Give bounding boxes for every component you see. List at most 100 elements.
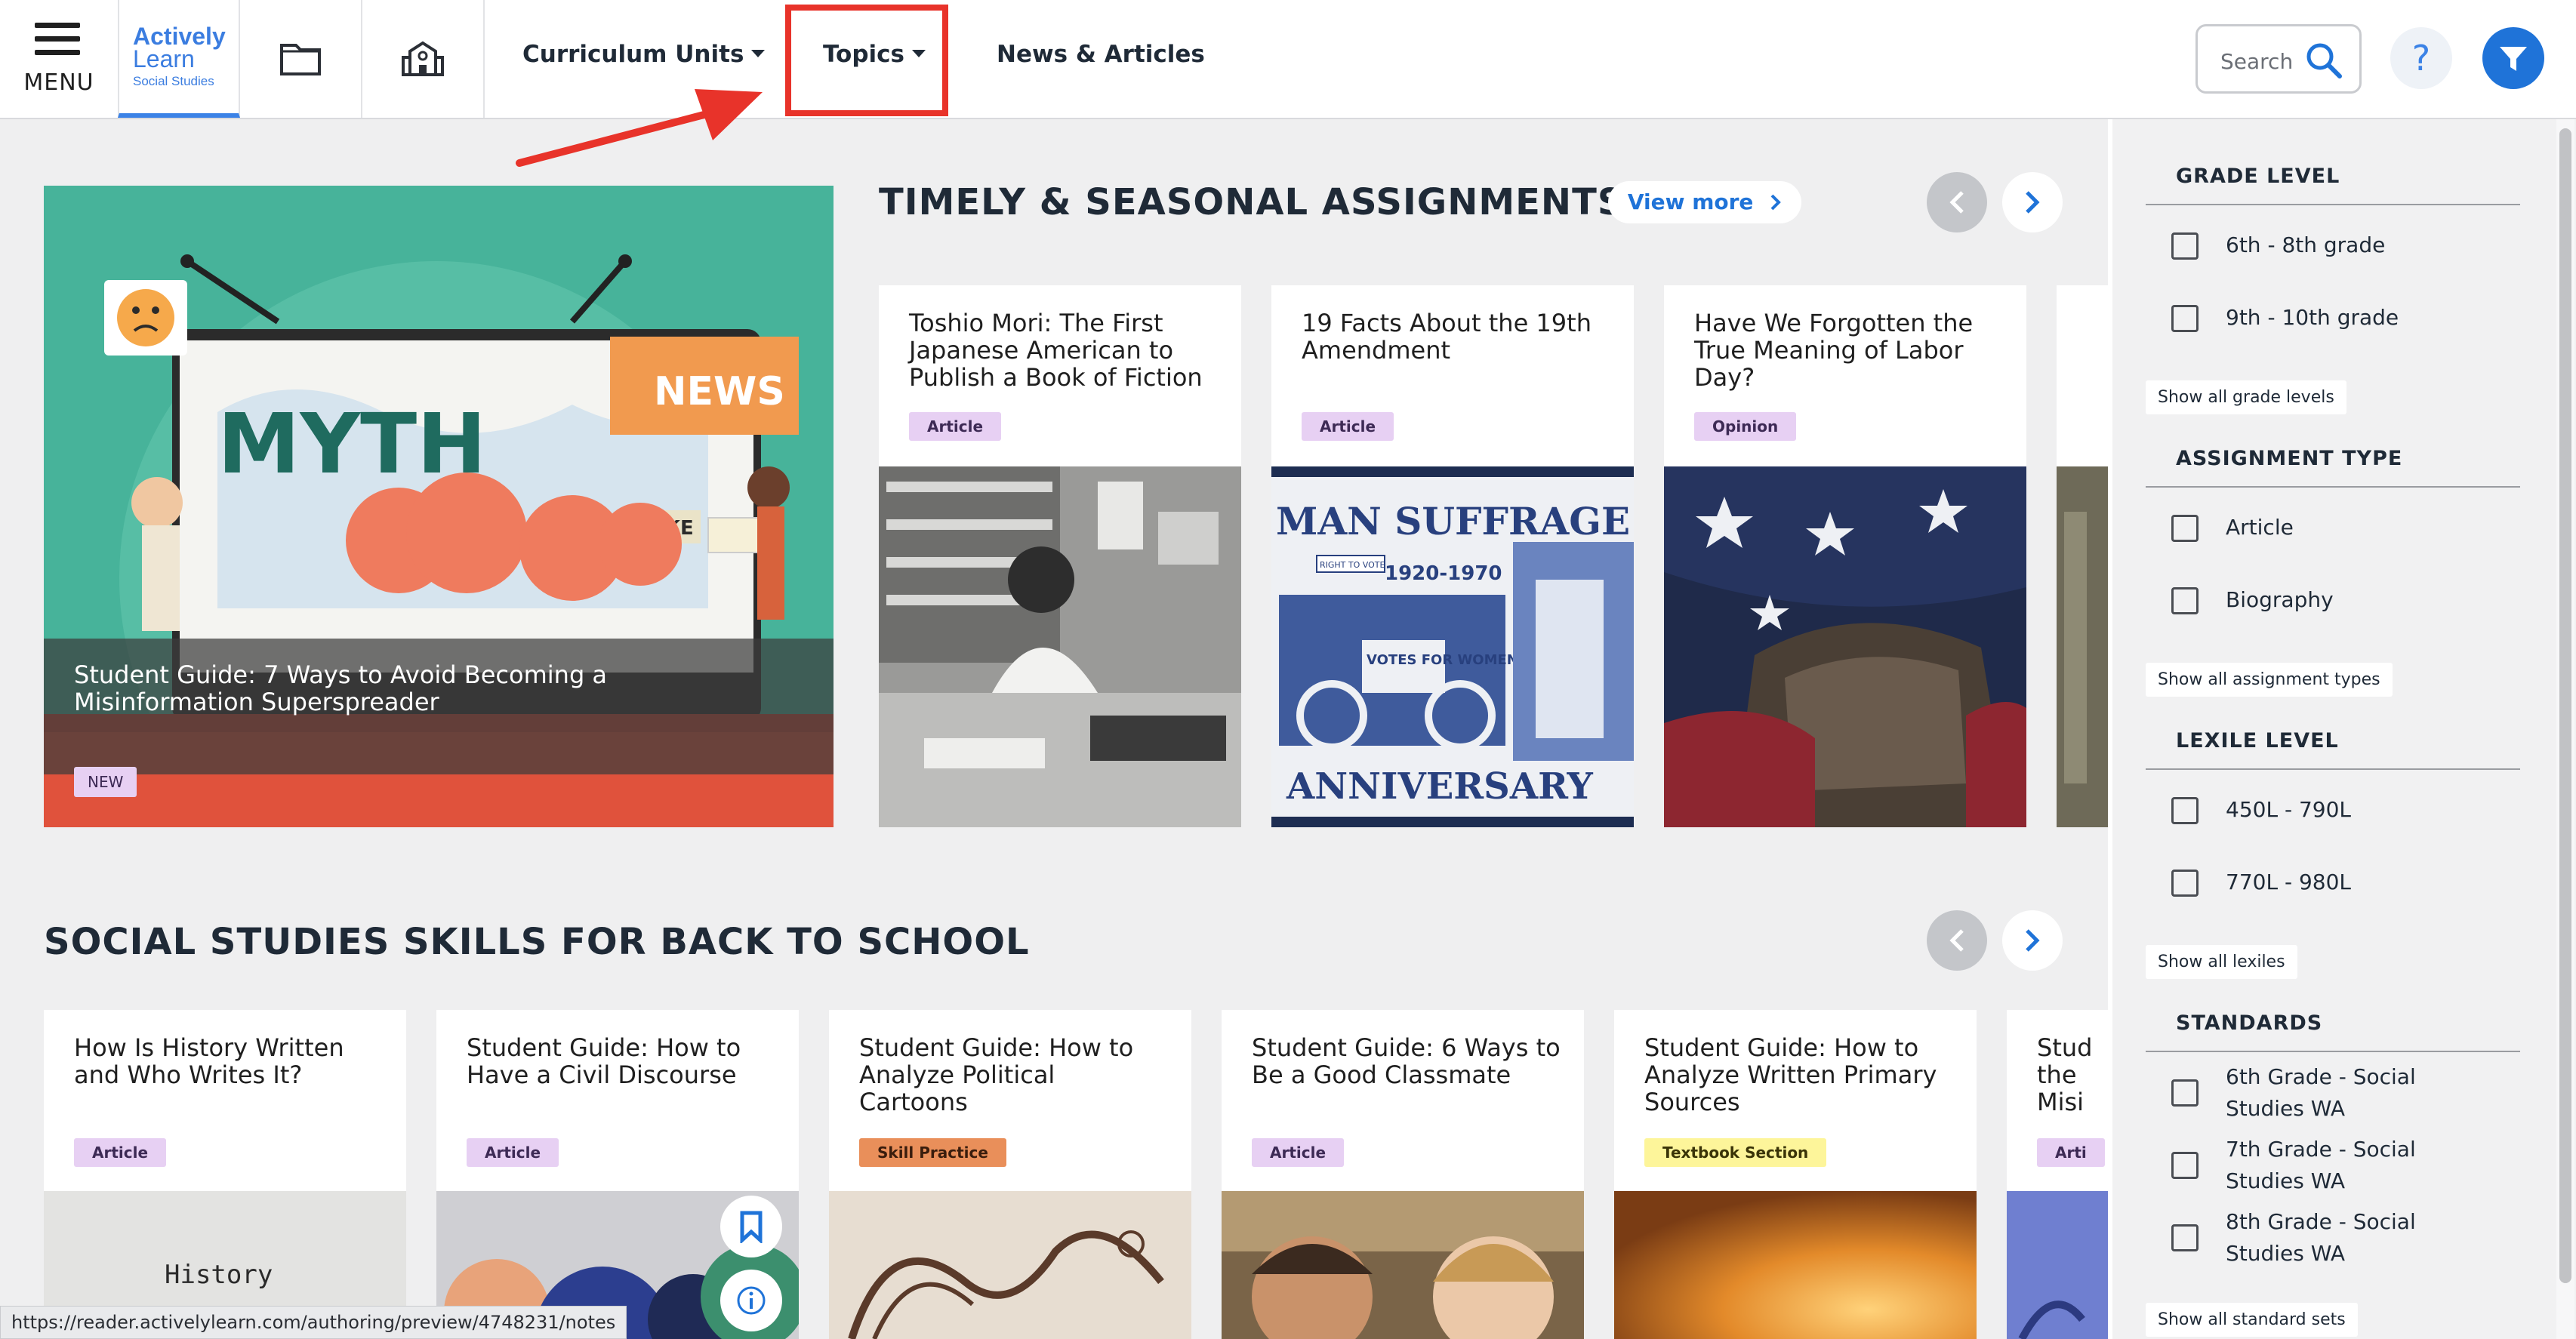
timely-card-19th-amendment[interactable]: 19 Facts About the 19th Amendment Articl… bbox=[1271, 285, 1634, 827]
skills-next-button[interactable] bbox=[2002, 910, 2063, 971]
card-type-badge: Article bbox=[74, 1138, 167, 1167]
timely-next-button[interactable] bbox=[2002, 172, 2063, 232]
label-line: Studies WA bbox=[2226, 1096, 2346, 1121]
stamp-sign-votes: VOTES FOR WOMEN bbox=[1367, 652, 1518, 668]
label-standard-6th[interactable]: 6th Grade - Social Studies WA bbox=[2226, 1061, 2416, 1125]
search-input[interactable]: Search bbox=[2195, 24, 2362, 94]
sidebar-scrollbar-thumb[interactable] bbox=[2559, 128, 2571, 1283]
checkbox-standard-8th[interactable] bbox=[2171, 1224, 2199, 1251]
checkbox-lexile-770-980[interactable] bbox=[2171, 870, 2199, 897]
card-image-classmates bbox=[1222, 1191, 1584, 1339]
timely-card-toshio-mori[interactable]: Toshio Mori: The First Japanese American… bbox=[879, 285, 1241, 827]
label-standard-7th[interactable]: 7th Grade - Social Studies WA bbox=[2226, 1134, 2416, 1197]
menu-button[interactable]: MENU bbox=[0, 0, 118, 118]
skills-card-political-cartoons[interactable]: Student Guide: How to Analyze Political … bbox=[829, 1010, 1191, 1339]
logo-tab[interactable]: Actively Learn Social Studies bbox=[118, 0, 240, 118]
skills-card-primary-sources[interactable]: Student Guide: How to Analyze Written Pr… bbox=[1614, 1010, 1977, 1339]
timely-card-labor-day[interactable]: Have We Forgotten the True Meaning of La… bbox=[1664, 285, 2026, 827]
timely-card-partial[interactable] bbox=[2057, 285, 2108, 827]
help-icon[interactable]: ? bbox=[2390, 27, 2452, 89]
logo-text-learn: Learn bbox=[133, 45, 195, 72]
filter-heading-grade: GRADE LEVEL bbox=[2176, 165, 2340, 188]
hero-title[interactable]: Student Guide: 7 Ways to Avoid Becoming … bbox=[74, 661, 648, 716]
skills-card-good-classmate[interactable]: Student Guide: 6 Ways to Be a Good Class… bbox=[1222, 1010, 1584, 1339]
nav-curriculum-units[interactable]: Curriculum Units bbox=[522, 41, 766, 68]
hero-new-badge: NEW bbox=[74, 767, 137, 797]
checkbox-type-biography[interactable] bbox=[2171, 587, 2199, 614]
featured-hero-card[interactable]: MYTH NEWS FAKE Student Guide: 7 Ways to … bbox=[44, 186, 834, 827]
show-all-lexiles[interactable]: Show all lexiles bbox=[2146, 945, 2297, 979]
card-type-badge: Article bbox=[909, 412, 1002, 441]
checkbox-standard-7th[interactable] bbox=[2171, 1152, 2199, 1179]
checkbox-type-article[interactable] bbox=[2171, 515, 2199, 542]
library-button[interactable] bbox=[240, 0, 362, 118]
card-type-badge: Textbook Section bbox=[1644, 1138, 1827, 1167]
card-image-partial bbox=[2057, 466, 2108, 827]
label-grade-9-10[interactable]: 9th - 10th grade bbox=[2226, 302, 2399, 334]
checkbox-standard-6th[interactable] bbox=[2171, 1079, 2199, 1107]
search-icon[interactable] bbox=[2305, 42, 2343, 79]
filter-heading-standards: STANDARDS bbox=[2176, 1011, 2323, 1035]
card-type-badge: Arti bbox=[2037, 1138, 2105, 1167]
show-all-assignment-types[interactable]: Show all assignment types bbox=[2146, 663, 2393, 697]
card-image-flag bbox=[1664, 466, 2026, 827]
card-image-photo bbox=[879, 466, 1241, 827]
skills-section-title: SOCIAL STUDIES SKILLS FOR BACK TO SCHOOL bbox=[44, 921, 1030, 963]
stamp-sign-right-to-vote: RIGHT TO VOTE bbox=[1320, 560, 1385, 570]
info-icon bbox=[737, 1286, 766, 1315]
classes-button[interactable] bbox=[362, 0, 485, 118]
card-title: Have We Forgotten the True Meaning of La… bbox=[1694, 309, 1974, 392]
card-image-partial bbox=[2007, 1191, 2108, 1339]
checkbox-lexile-450-790[interactable] bbox=[2171, 797, 2199, 824]
card-title: Student Guide: 6 Ways to Be a Good Class… bbox=[1252, 1033, 1561, 1089]
filter-rule bbox=[2146, 768, 2520, 770]
info-button[interactable] bbox=[720, 1270, 782, 1331]
bookmark-button[interactable] bbox=[720, 1196, 782, 1257]
filter-heading-lexile: LEXILE LEVEL bbox=[2176, 729, 2339, 753]
checkbox-grade-6-8[interactable] bbox=[2171, 232, 2199, 260]
stamp-bottom-text: ANNIVERSARY bbox=[1286, 765, 1593, 808]
label-lexile-450-790[interactable]: 450L - 790L bbox=[2226, 794, 2351, 826]
timely-section-title: TIMELY & SEASONAL ASSIGNMENTS bbox=[879, 181, 1625, 223]
label-line: Studies WA bbox=[2226, 1241, 2346, 1266]
label-line: 8th Grade - Social bbox=[2226, 1209, 2416, 1234]
filter-button[interactable] bbox=[2482, 27, 2544, 89]
card-image-sunset bbox=[1614, 1191, 1977, 1339]
skills-card-civil-discourse[interactable]: Student Guide: How to Have a Civil Disco… bbox=[436, 1010, 799, 1339]
card-title: Toshio Mori: The First Japanese American… bbox=[909, 309, 1203, 392]
timely-prev-button[interactable] bbox=[1927, 172, 1987, 232]
card-title: Student Guide: How to Analyze Written Pr… bbox=[1644, 1033, 1937, 1116]
card-title: Student Guide: How to Analyze Political … bbox=[859, 1033, 1134, 1116]
card-type-badge: Article bbox=[1302, 412, 1394, 441]
chevron-down-icon bbox=[751, 49, 766, 57]
stamp-years-text: 1920-1970 bbox=[1385, 562, 1502, 585]
history-type-text: History bbox=[165, 1260, 273, 1290]
label-standard-8th[interactable]: 8th Grade - Social Studies WA bbox=[2226, 1206, 2416, 1270]
filter-rule bbox=[2146, 1051, 2520, 1052]
show-all-grade-levels[interactable]: Show all grade levels bbox=[2146, 380, 2346, 414]
show-all-standard-sets[interactable]: Show all standard sets bbox=[2146, 1303, 2358, 1337]
label-grade-6-8[interactable]: 6th - 8th grade bbox=[2226, 229, 2385, 261]
search-placeholder: Search bbox=[2220, 49, 2294, 74]
checkbox-grade-9-10[interactable] bbox=[2171, 305, 2199, 332]
view-more-button[interactable]: View more bbox=[1608, 181, 1801, 223]
chevron-left-icon bbox=[1949, 191, 1964, 214]
status-bar-url: https://reader.activelylearn.com/authori… bbox=[0, 1306, 627, 1339]
label-type-biography[interactable]: Biography bbox=[2226, 584, 2334, 616]
label-lexile-770-980[interactable]: 770L - 980L bbox=[2226, 867, 2351, 898]
card-image-stamp: MAN SUFFRAGE 1920-1970 RIGHT TO VOTE VOT… bbox=[1271, 466, 1634, 827]
skills-card-partial[interactable]: Stud the Misi Arti bbox=[2007, 1010, 2108, 1339]
nav-news-articles[interactable]: News & Articles bbox=[997, 41, 1205, 68]
skills-card-history[interactable]: How Is History Written and Who Writes It… bbox=[44, 1010, 406, 1339]
label-line: 6th Grade - Social bbox=[2226, 1064, 2416, 1089]
main-content: MYTH NEWS FAKE Student Guide: 7 Ways to … bbox=[0, 119, 2108, 1339]
card-title: Student Guide: How to Have a Civil Disco… bbox=[467, 1033, 741, 1089]
bookmark-icon bbox=[740, 1211, 763, 1243]
chevron-right-icon bbox=[1770, 194, 1782, 211]
skills-prev-button[interactable] bbox=[1927, 910, 1987, 971]
topics-highlight-box bbox=[785, 5, 948, 116]
card-type-badge: Opinion bbox=[1694, 412, 1797, 441]
card-title: How Is History Written and Who Writes It… bbox=[74, 1033, 344, 1089]
menu-icon bbox=[35, 23, 80, 56]
label-type-article[interactable]: Article bbox=[2226, 512, 2294, 543]
